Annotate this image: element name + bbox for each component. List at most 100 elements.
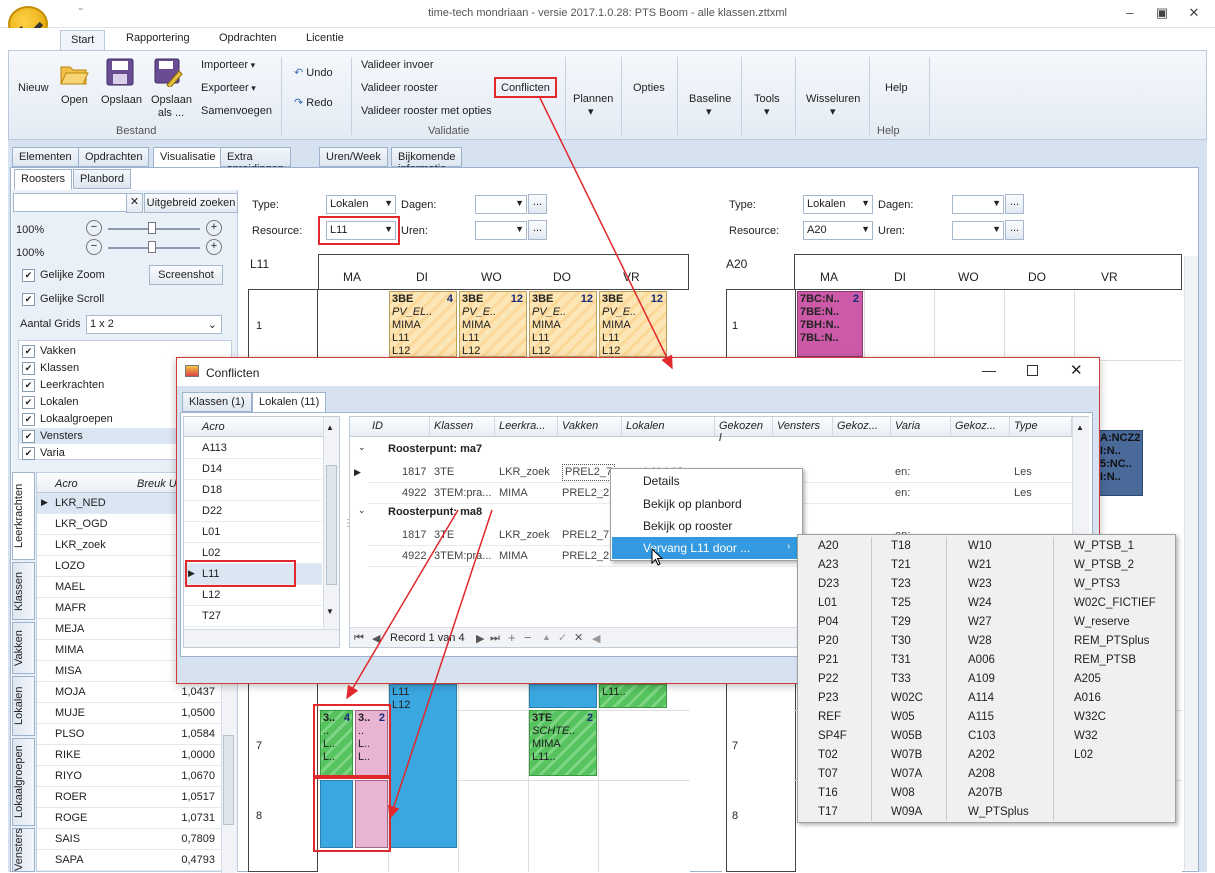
aantal-grids-select[interactable]: 1 x 2 ⌄ xyxy=(86,315,222,334)
submenu-item[interactable]: A006 xyxy=(968,654,995,666)
maximize-icon[interactable]: ▣ xyxy=(1152,5,1172,23)
submenu-item[interactable]: W09A xyxy=(891,806,922,818)
submenu-item[interactable]: P20 xyxy=(818,635,838,647)
submenu-item[interactable]: A23 xyxy=(818,559,838,571)
lesson-block[interactable]: 3BE 12 PV_E.. MIMA L11 L12 xyxy=(599,291,667,357)
acro-item[interactable]: L02 xyxy=(202,547,220,559)
zoom-in-icon[interactable]: + xyxy=(206,239,222,255)
submenu-item[interactable]: T18 xyxy=(891,540,911,552)
lesson-block-a20-vr[interactable]: A:NCZ2 I:N.. 5:NC.. I:N.. xyxy=(1097,430,1143,496)
resource-select-right[interactable]: A20 ▼ xyxy=(803,221,873,240)
submenu-item[interactable]: A115 xyxy=(968,711,994,723)
submenu-item[interactable]: REM_PTSB xyxy=(1074,654,1136,666)
tools-dropdown[interactable]: Tools ▾ xyxy=(754,93,780,118)
dagen-select-left[interactable]: ▼ xyxy=(475,195,527,214)
new-button[interactable]: Nieuw xyxy=(18,82,49,94)
grid-scrollbar-thumb[interactable] xyxy=(223,735,234,825)
nav-last-icon[interactable]: ⏭ xyxy=(490,632,500,645)
submenu-item[interactable]: A20 xyxy=(818,540,838,552)
menu-bekijk-rooster[interactable]: Bekijk op rooster xyxy=(643,519,732,533)
col-vakken[interactable]: Vakken xyxy=(558,417,622,437)
scroll-up-icon[interactable]: ▲ xyxy=(326,423,334,432)
lesson-block-long[interactable]: L11 L12 xyxy=(389,684,457,848)
submenu-item[interactable]: A208 xyxy=(968,768,995,780)
submenu-item[interactable]: REF xyxy=(818,711,841,723)
dialog-maximize-icon[interactable] xyxy=(1027,365,1038,376)
acro-item[interactable]: D18 xyxy=(202,484,222,496)
submenu-item[interactable]: W02C_FICTIEF xyxy=(1074,597,1156,609)
submenu-item[interactable]: W07B xyxy=(891,749,922,761)
lesson-block-a20[interactable]: 7BC:N.. 2 7BE:N.. 7BH:N.. 7BL:N.. xyxy=(797,291,863,357)
splitter-handle[interactable]: ⋮ xyxy=(343,518,353,529)
acro-item[interactable]: L12 xyxy=(202,589,220,601)
nav-add-icon[interactable]: + xyxy=(508,630,516,645)
lesson-block[interactable]: 3BE 12 PV_E.. MIMA L11 L12 xyxy=(529,291,597,357)
help-button[interactable]: Help xyxy=(885,82,908,94)
submenu-item[interactable]: P23 xyxy=(818,692,838,704)
options-button[interactable]: Opties xyxy=(633,82,665,94)
submenu-item[interactable]: T25 xyxy=(891,597,911,609)
menu-bekijk-planbord[interactable]: Bekijk op planbord xyxy=(643,497,742,511)
nav-confirm-icon[interactable]: ✓ xyxy=(558,631,567,644)
tab-lokalen-conflicts[interactable]: Lokalen (11) xyxy=(252,392,327,413)
collapse-group-icon[interactable]: ⌄ xyxy=(358,442,366,453)
baseline-dropdown[interactable]: Baseline ▾ xyxy=(689,93,731,118)
dialog-close-icon[interactable]: ✕ xyxy=(1070,361,1083,379)
submenu-item[interactable]: T02 xyxy=(818,749,838,761)
table-row[interactable]: SAPA 0,4793 xyxy=(37,850,221,871)
vtab-klassen[interactable]: Klassen xyxy=(12,562,35,620)
nav-first-icon[interactable]: ⏮ xyxy=(354,632,364,645)
tab-planbord[interactable]: Planbord xyxy=(73,169,132,189)
submenu-item[interactable]: W05B xyxy=(891,730,922,742)
acro-scrollbar[interactable]: ▲ ▼ xyxy=(323,417,339,629)
screenshot-button[interactable]: Screenshot xyxy=(149,265,223,285)
submenu-item[interactable]: W28 xyxy=(968,635,992,647)
submenu-item[interactable]: W24 xyxy=(968,597,992,609)
checkbox-vensters[interactable]: Vensters xyxy=(22,430,83,443)
checkbox-gelijke-scroll[interactable]: Gelijke Scroll xyxy=(22,293,104,306)
vtab-lokalen[interactable]: Lokalen xyxy=(12,676,35,736)
submenu-item[interactable]: T17 xyxy=(818,806,838,818)
tab-visualisatie[interactable]: Visualisatie xyxy=(153,147,223,168)
type-select-right[interactable]: Lokalen ▼ xyxy=(803,195,873,214)
checkbox-lokalen[interactable]: Lokalen xyxy=(22,396,79,409)
submenu-item[interactable]: A109 xyxy=(968,673,995,685)
vtab-leerkrachten[interactable]: Leerkrachten xyxy=(12,472,35,560)
checkbox-lokaalgroepen[interactable]: Lokaalgroepen xyxy=(22,413,113,426)
tab-extra-spreidingen[interactable]: Extra spreidingen xyxy=(220,147,291,175)
submenu-item[interactable]: L02 xyxy=(1074,749,1093,761)
clear-search-icon[interactable]: ✕ xyxy=(126,193,143,213)
plannen-dropdown[interactable]: Plannen ▾ xyxy=(573,93,613,118)
submenu-item[interactable]: W_PTS3 xyxy=(1074,578,1120,590)
acro-header[interactable]: Acro xyxy=(202,421,225,433)
acro-hscrollbar[interactable] xyxy=(184,629,339,647)
minimize-icon[interactable]: – xyxy=(1120,5,1140,23)
schedule-scrollbar[interactable] xyxy=(1184,256,1198,870)
uren-more-button-left[interactable]: ... xyxy=(528,220,547,240)
type-select-left[interactable]: Lokalen ▼ xyxy=(326,195,396,214)
acro-scroll-thumb[interactable] xyxy=(326,465,337,585)
ribbon-tab-start[interactable]: Start xyxy=(60,30,106,51)
table-row[interactable]: ROER 1,0517 xyxy=(37,787,221,808)
submenu-item[interactable]: T33 xyxy=(891,673,911,685)
acro-item[interactable]: T27 xyxy=(202,610,221,622)
search-input[interactable] xyxy=(13,193,128,212)
acro-item[interactable]: L01 xyxy=(202,526,220,538)
table-row[interactable]: SAIS 0,7809 xyxy=(37,829,221,850)
open-button[interactable]: Open xyxy=(61,94,88,106)
checkbox-varia[interactable]: Varia xyxy=(22,447,65,460)
submenu-item[interactable]: P21 xyxy=(818,654,838,666)
submenu-item[interactable]: REM_PTSplus xyxy=(1074,635,1149,647)
submenu-item[interactable]: W_reserve xyxy=(1074,616,1130,628)
lesson-block[interactable]: 3TE 2 SCHTE.. MIMA L11.. xyxy=(529,710,597,776)
table-row[interactable]: PLSO 1,0584 xyxy=(37,724,221,745)
col-lokalen[interactable]: Lokalen xyxy=(622,417,715,437)
close-icon[interactable]: ✕ xyxy=(1184,5,1204,23)
table-row[interactable]: MUJE 1,0500 xyxy=(37,703,221,724)
table-row[interactable]: ROGE 1,0731 xyxy=(37,808,221,829)
save-button[interactable]: Opslaan xyxy=(101,94,142,106)
zoom-slider-thumb-1[interactable] xyxy=(148,222,156,234)
uren-select-left[interactable]: ▼ xyxy=(475,221,527,240)
lesson-block[interactable] xyxy=(529,684,597,708)
submenu-item[interactable]: W27 xyxy=(968,616,992,628)
